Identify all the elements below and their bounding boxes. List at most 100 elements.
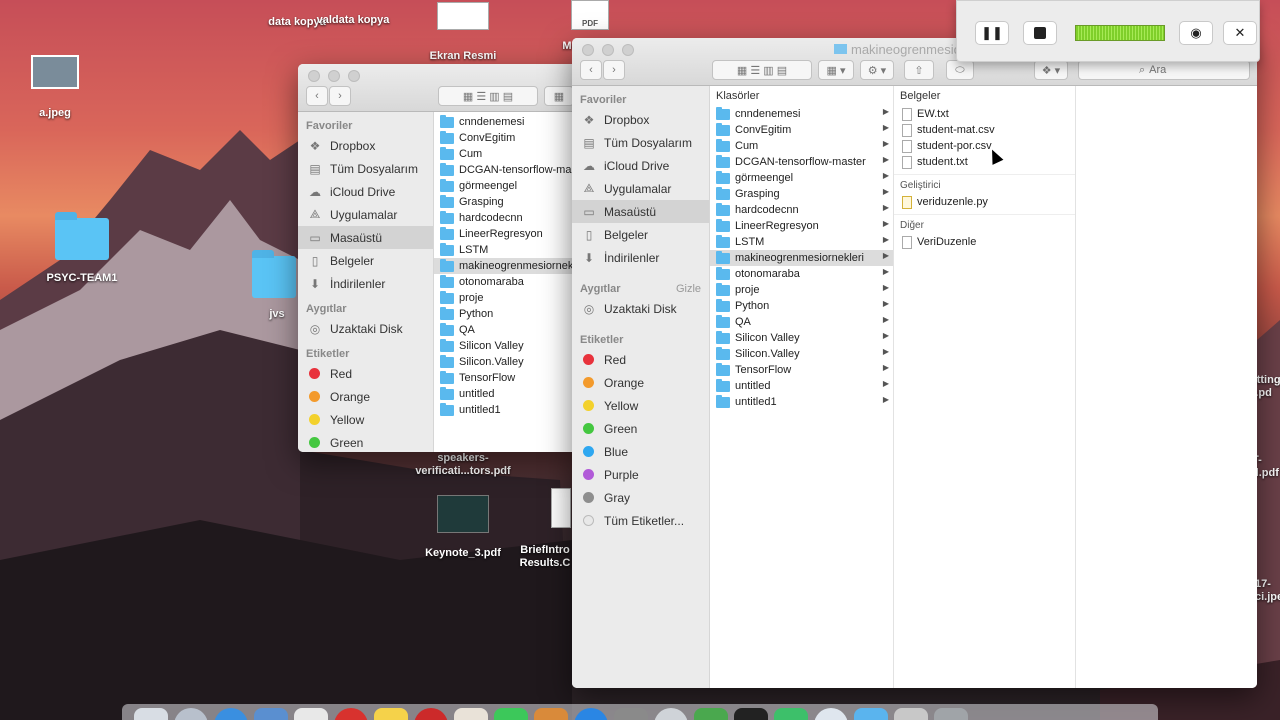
- sidebar-tag-blue[interactable]: Blue: [572, 440, 709, 463]
- search-input[interactable]: ⌕ Ara: [1078, 60, 1250, 80]
- folder-row[interactable]: Silicon Valley: [434, 338, 587, 354]
- sidebar-item-all-files[interactable]: ▤ Tüm Dosyalarım: [298, 157, 433, 180]
- sidebar-item-downloads[interactable]: ⬇ İndirilenler: [572, 246, 709, 269]
- tag-button[interactable]: ⬭: [946, 60, 974, 80]
- folder-row[interactable]: Grasping ▶: [710, 186, 893, 202]
- sidebar-all-tags[interactable]: Tüm Etiketler...: [572, 509, 709, 532]
- sidebar-tag-red[interactable]: Red: [572, 348, 709, 371]
- folder-row[interactable]: LineerRegresyon ▶: [710, 218, 893, 234]
- desktop-icon-item[interactable]: a.jpeg: [0, 55, 110, 120]
- sidebar-tag-yellow[interactable]: Yellow: [572, 394, 709, 417]
- app-dock-icon[interactable]: [334, 708, 368, 720]
- mail-dock-icon[interactable]: [254, 708, 288, 720]
- file-row[interactable]: veriduzenle.py: [894, 194, 1075, 210]
- folder-row[interactable]: hardcodecnn ▶: [710, 202, 893, 218]
- dropbox-button[interactable]: ❖ ▾: [1034, 60, 1068, 80]
- desktop-icon-item[interactable]: Keynote_3.pdf: [408, 495, 518, 560]
- desktop-icon-item[interactable]: PSYC-TEAM1: [27, 212, 137, 285]
- app-store-dock-icon[interactable]: [574, 708, 608, 720]
- folder-row[interactable]: untitled: [434, 386, 587, 402]
- sidebar-item-dropbox[interactable]: ❖ Dropbox: [572, 108, 709, 131]
- file-row[interactable]: student.txt: [894, 154, 1075, 170]
- camera-button[interactable]: ◉: [1179, 21, 1213, 45]
- app-dock-icon[interactable]: [694, 708, 728, 720]
- sidebar-tag-yellow[interactable]: Yellow: [298, 408, 433, 431]
- finder-dock-icon[interactable]: [134, 708, 168, 720]
- stop-button[interactable]: [1023, 21, 1057, 45]
- view-mode-buttons[interactable]: ▦ ☰ ▥ ▤: [712, 60, 812, 80]
- folder-row[interactable]: cnndenemesi: [434, 114, 587, 130]
- safari-dock-icon[interactable]: [214, 708, 248, 720]
- zoom-dot[interactable]: [348, 70, 360, 82]
- zoom-dot[interactable]: [622, 44, 634, 56]
- sidebar-tag-purple[interactable]: Purple: [572, 463, 709, 486]
- folder-row[interactable]: otonomaraba ▶: [710, 266, 893, 282]
- search-dock-icon[interactable]: [654, 708, 688, 720]
- forward-button[interactable]: ›: [603, 60, 625, 80]
- folder-row[interactable]: ConvEgitim: [434, 130, 587, 146]
- file-row[interactable]: student-mat.csv: [894, 122, 1075, 138]
- sidebar-item-remote-disk[interactable]: ◎ Uzaktaki Disk: [298, 317, 433, 340]
- folder-row[interactable]: görmeengel ▶: [710, 170, 893, 186]
- opera-dock-icon[interactable]: [414, 708, 448, 720]
- folder-row[interactable]: Silicon.Valley: [434, 354, 587, 370]
- folder-row[interactable]: QA: [434, 322, 587, 338]
- desktop-icon-item[interactable]: BriefIntro Results.C: [515, 488, 575, 570]
- folder-row[interactable]: untitled1 ▶: [710, 394, 893, 410]
- sidebar-item-dropbox[interactable]: ❖ Dropbox: [298, 134, 433, 157]
- sidebar-tag-orange[interactable]: Orange: [572, 371, 709, 394]
- folder-row[interactable]: DCGAN-tensorflow-master ▶: [710, 154, 893, 170]
- sidebar-item-documents[interactable]: ▯ Belgeler: [298, 249, 433, 272]
- close-recorder-button[interactable]: ✕: [1223, 21, 1257, 45]
- sidebar-tag-gray[interactable]: Gray: [572, 486, 709, 509]
- folder-row[interactable]: Silicon Valley ▶: [710, 330, 893, 346]
- sidebar-item-applications[interactable]: ⟁ Uygulamalar: [298, 203, 433, 226]
- settings-dock-icon[interactable]: [614, 708, 648, 720]
- folder-row[interactable]: makineogrenmesiornekleri ▶: [710, 250, 893, 266]
- file-row[interactable]: EW.txt: [894, 106, 1075, 122]
- sidebar-item-applications[interactable]: ⟁ Uygulamalar: [572, 177, 709, 200]
- desktop-icon-item[interactable]: PDF: [550, 0, 630, 30]
- desktop-icon-item[interactable]: 17- ci.jpeg: [1255, 576, 1280, 604]
- folder-row[interactable]: Grasping: [434, 194, 587, 210]
- app-dock-icon[interactable]: [814, 708, 848, 720]
- sidebar-item-desktop[interactable]: ▭ Masaüstü: [298, 226, 433, 249]
- notes-dock-icon[interactable]: [374, 708, 408, 720]
- sidebar-tag-orange[interactable]: Orange: [298, 385, 433, 408]
- folder-row[interactable]: QA ▶: [710, 314, 893, 330]
- folder-row[interactable]: Silicon.Valley ▶: [710, 346, 893, 362]
- folder-row[interactable]: görmeengel: [434, 178, 587, 194]
- document-dock-icon[interactable]: [894, 708, 928, 720]
- folder-row[interactable]: Python ▶: [710, 298, 893, 314]
- folder-row[interactable]: hardcodecnn: [434, 210, 587, 226]
- folder-row[interactable]: Cum: [434, 146, 587, 162]
- folder-row[interactable]: TensorFlow: [434, 370, 587, 386]
- back-button[interactable]: ‹: [306, 86, 328, 106]
- pause-button[interactable]: ❚❚: [975, 21, 1009, 45]
- desktop-icon-item[interactable]: speakers-verificati...tors.pdf: [408, 450, 518, 478]
- sidebar-tag-green[interactable]: Green: [298, 431, 433, 452]
- folder-row[interactable]: cnndenemesi ▶: [710, 106, 893, 122]
- finder-window-front[interactable]: makineogrenmesiornekleri ‹ › ▦ ☰ ▥ ▤ ▦ ▾…: [572, 38, 1257, 688]
- sidebar-tag-green[interactable]: Green: [572, 417, 709, 440]
- folder-row[interactable]: Cum ▶: [710, 138, 893, 154]
- close-dot[interactable]: [308, 70, 320, 82]
- app-dock-icon[interactable]: [534, 708, 568, 720]
- folder-row[interactable]: makineogrenmesiornek: [434, 258, 587, 274]
- minimize-dot[interactable]: [602, 44, 614, 56]
- trash-dock-icon[interactable]: [934, 708, 968, 720]
- preview-dock-icon[interactable]: [454, 708, 488, 720]
- desktop-icon-item[interactable]: Ekran Resmi: [408, 2, 518, 63]
- desktop-icon-item[interactable]: valdata kopya: [298, 12, 408, 27]
- sidebar-item-desktop[interactable]: ▭ Masaüstü: [572, 200, 709, 223]
- finder-window-back[interactable]: ‹ › ▦ ☰ ▥ ▤ ▦ Favoriler ❖ Dropbox ▤ Tüm Do…: [298, 64, 588, 452]
- sidebar-item-documents[interactable]: ▯ Belgeler: [572, 223, 709, 246]
- folder-row[interactable]: ConvEgitim ▶: [710, 122, 893, 138]
- sidebar-item-icloud[interactable]: ☁ iCloud Drive: [298, 180, 433, 203]
- folder-dock-icon[interactable]: [854, 708, 888, 720]
- folder-row[interactable]: LSTM: [434, 242, 587, 258]
- close-dot[interactable]: [582, 44, 594, 56]
- messages-dock-icon[interactable]: [494, 708, 528, 720]
- minimize-dot[interactable]: [328, 70, 340, 82]
- share-button[interactable]: ⇧: [904, 60, 934, 80]
